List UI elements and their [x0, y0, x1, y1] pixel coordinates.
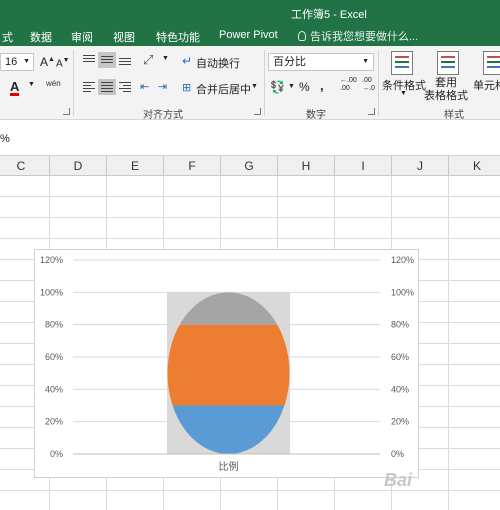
column-headers: C D E F G H I J K: [0, 156, 500, 176]
tell-me-text: 告诉我您想要做什么...: [310, 31, 419, 43]
tab-power-pivot[interactable]: Power Pivot: [219, 29, 278, 41]
align-middle-button[interactable]: [98, 52, 116, 68]
percent-style-button[interactable]: %: [299, 80, 310, 94]
chevron-down-icon[interactable]: ▼: [28, 81, 35, 88]
y-tick-label-left: 120%: [40, 255, 63, 265]
y-tick-label-right: 0%: [391, 449, 404, 459]
increase-indent-icon[interactable]: ⇥: [158, 80, 167, 93]
cell-styles-button[interactable]: 单元格: [473, 77, 500, 93]
orientation-icon[interactable]: ⤢: [143, 52, 153, 68]
align-center-button[interactable]: [98, 79, 116, 95]
chevron-down-icon: ▼: [362, 58, 369, 65]
ribbon: 16 ▼ A▲ A▼ A ▼ wén ⤢ ▼ ⇤ ⇥ ↵ 自动换行 ⊞ 合并后居中…: [0, 46, 500, 121]
column-header-i[interactable]: I: [335, 156, 392, 176]
wrap-text-icon: ↵: [182, 54, 193, 68]
chevron-down-icon: ▼: [23, 58, 30, 65]
column-header-f[interactable]: F: [164, 156, 221, 176]
accounting-format-icon[interactable]: 💱: [270, 80, 285, 94]
formula-bar: %: [0, 121, 500, 156]
number-format-value: 百分比: [273, 56, 306, 68]
number-group-label: 数字: [306, 110, 326, 121]
tell-me-search[interactable]: 告诉我您想要做什么...: [298, 28, 418, 44]
tab-data[interactable]: 数据: [30, 29, 52, 45]
align-top-button[interactable]: [80, 52, 98, 68]
group-separator: [264, 50, 265, 116]
align-bottom-button[interactable]: [116, 52, 134, 68]
y-tick-label-left: 80%: [45, 320, 63, 330]
y-tick-label-right: 60%: [391, 352, 409, 362]
group-separator: [378, 50, 379, 116]
align-right-button[interactable]: [116, 79, 134, 95]
decrease-decimal-button[interactable]: .00 →.0: [362, 77, 375, 93]
tab-formulas[interactable]: 式: [2, 29, 13, 45]
merge-center-button[interactable]: 合并后居中: [196, 81, 251, 97]
styles-group-label: 样式: [444, 110, 464, 121]
chevron-down-icon[interactable]: ▼: [400, 90, 407, 97]
chevron-down-icon[interactable]: ▼: [162, 55, 169, 62]
y-tick-label-left: 60%: [45, 352, 63, 362]
comma-style-button[interactable]: ,: [320, 78, 324, 93]
merge-center-icon: ⊞: [182, 82, 192, 94]
y-tick-label-right: 20%: [391, 417, 409, 427]
column-header-k[interactable]: K: [449, 156, 500, 176]
y-tick-label-left: 20%: [45, 417, 63, 427]
align-left-button[interactable]: [80, 79, 98, 95]
font-size-value: 16: [5, 56, 18, 68]
conditional-formatting-icon[interactable]: [391, 51, 413, 75]
format-as-table-button[interactable]: 套用 表格格式: [424, 77, 468, 103]
window-title: 工作簿5 - Excel: [291, 9, 367, 21]
format-as-table-icon[interactable]: [437, 51, 459, 75]
y-tick-label-left: 100%: [40, 287, 63, 297]
y-tick-label-left: 0%: [50, 449, 63, 459]
font-size-select[interactable]: 16 ▼: [0, 53, 34, 71]
watermark-logo: Bai: [384, 470, 413, 490]
chart-svg: 0% 0% 20% 20% 40% 40% 60% 60% 80% 80% 100% 100% 120%…: [40, 255, 414, 473]
alignment-group-label: 对齐方式: [143, 110, 183, 121]
tab-review[interactable]: 审阅: [71, 29, 93, 45]
alignment-dialog-launcher-icon[interactable]: [254, 108, 261, 115]
phonetic-guide-button[interactable]: wén: [46, 79, 61, 88]
grow-font-icon[interactable]: A▲: [40, 55, 55, 69]
chevron-down-icon[interactable]: ▼: [251, 83, 258, 90]
wrap-text-button[interactable]: 自动换行: [196, 55, 240, 71]
number-format-select[interactable]: 百分比 ▼: [268, 53, 374, 71]
decrease-indent-icon[interactable]: ⇤: [140, 80, 149, 93]
group-separator: [73, 50, 74, 116]
tab-special-features[interactable]: 特色功能: [156, 29, 200, 45]
font-color-button[interactable]: A: [10, 80, 20, 96]
column-header-h[interactable]: H: [278, 156, 335, 176]
shrink-font-icon[interactable]: A▼: [56, 57, 70, 69]
y-tick-label-right: 40%: [391, 384, 409, 394]
x-category-label: 比例: [219, 460, 239, 473]
chart[interactable]: 0% 0% 20% 20% 40% 40% 60% 60% 80% 80% 100% 100% 120%…: [34, 249, 419, 478]
y-tick-label-right: 80%: [391, 320, 409, 330]
column-header-g[interactable]: G: [221, 156, 278, 176]
title-bar: 工作簿5 - Excel 式 数据 审阅 视图 特色功能 Power Pivot…: [0, 0, 500, 46]
name-box[interactable]: %: [0, 133, 10, 145]
lightbulb-icon: [298, 31, 306, 41]
tab-view[interactable]: 视图: [113, 29, 135, 45]
number-dialog-launcher-icon[interactable]: [368, 108, 375, 115]
cell-styles-icon[interactable]: [483, 51, 500, 75]
chevron-down-icon[interactable]: ▼: [288, 83, 295, 90]
bar-segment-2: [167, 324, 290, 406]
column-header-d[interactable]: D: [50, 156, 107, 176]
font-dialog-launcher-icon[interactable]: [63, 108, 70, 115]
column-header-j[interactable]: J: [392, 156, 449, 176]
column-header-e[interactable]: E: [107, 156, 164, 176]
y-tick-label-left: 40%: [45, 384, 63, 394]
increase-decimal-button[interactable]: ←.00 .00: [340, 77, 357, 93]
y-tick-label-right: 120%: [391, 255, 414, 265]
column-header-c[interactable]: C: [0, 156, 50, 176]
y-tick-label-right: 100%: [391, 287, 414, 297]
